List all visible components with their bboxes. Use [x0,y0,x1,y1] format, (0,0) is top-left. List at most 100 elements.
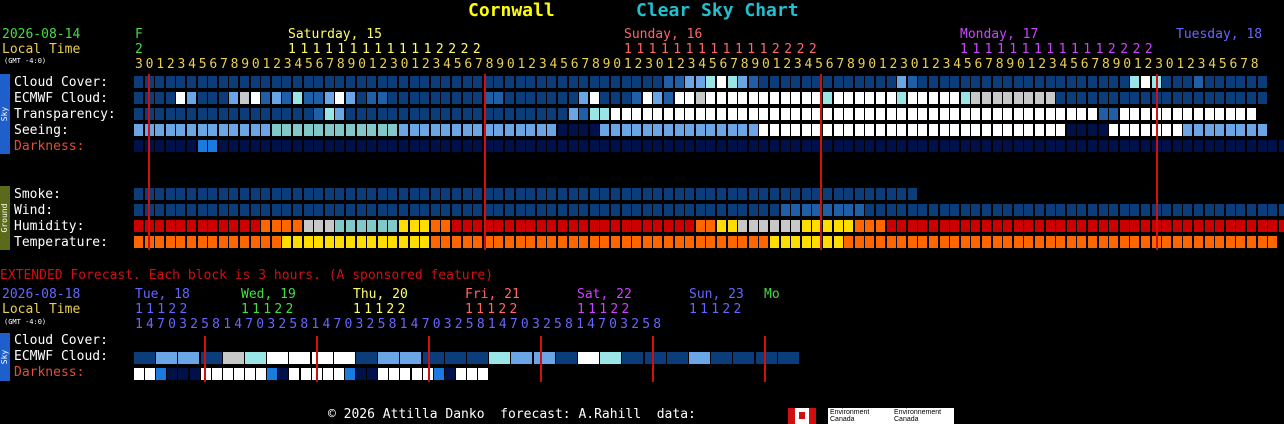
transparency-cell[interactable] [770,108,779,120]
humidity-cell[interactable] [579,220,588,232]
wind-cell[interactable] [1258,204,1267,216]
ext-ecmwf-cell[interactable] [289,352,310,364]
cloud-cell[interactable] [1183,76,1192,88]
darkness-cell[interactable] [569,140,578,152]
ecmwf-cell[interactable] [1258,92,1267,104]
cloud-cell[interactable] [950,76,959,88]
cloud-cell[interactable] [590,76,599,88]
humidity-cell[interactable] [685,220,694,232]
seeing-cell[interactable] [526,124,535,136]
humidity-cell[interactable] [749,220,758,232]
darkness-cell[interactable] [876,140,885,152]
cloud-cell[interactable] [176,76,185,88]
ecmwf-cell[interactable] [611,92,620,104]
ext-ecmwf-cell[interactable] [778,352,799,364]
wind-cell[interactable] [187,204,196,216]
humidity-cell[interactable] [452,220,461,232]
cloud-cell[interactable] [993,76,1002,88]
ext-darkness-cell[interactable] [278,368,288,380]
temperature-cell[interactable] [240,236,249,248]
humidity-cell[interactable] [876,220,885,232]
cloud-cell[interactable] [664,76,673,88]
ecmwf-cell[interactable] [855,92,864,104]
ecmwf-cell[interactable] [728,92,737,104]
darkness-cell[interactable] [537,140,546,152]
wind-cell[interactable] [1056,204,1065,216]
wind-cell[interactable] [516,204,525,216]
smoke-cell[interactable] [293,188,302,200]
ext-ecmwf-cell[interactable] [645,352,666,364]
darkness-cell[interactable] [632,140,641,152]
seeing-cell[interactable] [325,124,334,136]
cloud-cell[interactable] [791,76,800,88]
temperature-cell[interactable] [781,236,790,248]
seeing-cell[interactable] [134,124,143,136]
cloud-cell[interactable] [1162,76,1171,88]
ecmwf-cell[interactable] [452,92,461,104]
transparency-cell[interactable] [802,108,811,120]
seeing-cell[interactable] [547,124,556,136]
wind-cell[interactable] [706,204,715,216]
cloud-cell[interactable] [781,76,790,88]
transparency-cell[interactable] [505,108,514,120]
cloud-cell[interactable] [229,76,238,88]
smoke-cell[interactable] [558,188,567,200]
transparency-cell[interactable] [1056,108,1065,120]
smoke-cell[interactable] [314,188,323,200]
darkness-cell[interactable] [611,140,620,152]
darkness-cell[interactable] [950,140,959,152]
darkness-cell[interactable] [738,140,747,152]
ecmwf-cell[interactable] [929,92,938,104]
transparency-cell[interactable] [1003,108,1012,120]
ext-ecmwf-cell[interactable] [578,352,599,364]
sky-tab[interactable]: Sky [0,74,10,154]
humidity-cell[interactable] [823,220,832,232]
darkness-cell[interactable] [1014,140,1023,152]
ext-darkness-cell[interactable] [289,368,299,380]
wind-cell[interactable] [293,204,302,216]
temperature-cell[interactable] [547,236,556,248]
wind-cell[interactable] [261,204,270,216]
smoke-cell[interactable] [653,188,662,200]
cloud-cell[interactable] [187,76,196,88]
ecmwf-cell[interactable] [1088,92,1097,104]
smoke-cell[interactable] [505,188,514,200]
seeing-cell[interactable] [314,124,323,136]
wind-cell[interactable] [590,204,599,216]
smoke-cell[interactable] [728,188,737,200]
smoke-cell[interactable] [844,188,853,200]
darkness-cell[interactable] [643,140,652,152]
wind-cell[interactable] [134,204,143,216]
seeing-cell[interactable] [728,124,737,136]
temperature-cell[interactable] [1226,236,1235,248]
smoke-cell[interactable] [261,188,270,200]
darkness-cell[interactable] [1194,140,1203,152]
cloud-cell[interactable] [367,76,376,88]
cloud-cell[interactable] [1067,76,1076,88]
ext-ecmwf-cell[interactable] [245,352,266,364]
ext-darkness-cell[interactable] [478,368,488,380]
seeing-cell[interactable] [367,124,376,136]
ecmwf-cell[interactable] [600,92,609,104]
humidity-cell[interactable] [940,220,949,232]
wind-cell[interactable] [367,204,376,216]
temperature-cell[interactable] [961,236,970,248]
wind-cell[interactable] [929,204,938,216]
humidity-cell[interactable] [770,220,779,232]
humidity-cell[interactable] [918,220,927,232]
temperature-cell[interactable] [463,236,472,248]
transparency-cell[interactable] [653,108,662,120]
seeing-cell[interactable] [1215,124,1224,136]
darkness-cell[interactable] [1067,140,1076,152]
seeing-cell[interactable] [357,124,366,136]
temperature-cell[interactable] [537,236,546,248]
darkness-cell[interactable] [547,140,556,152]
temperature-cell[interactable] [1120,236,1129,248]
wind-cell[interactable] [558,204,567,216]
darkness-cell[interactable] [357,140,366,152]
ecmwf-cell[interactable] [770,92,779,104]
temperature-cell[interactable] [166,236,175,248]
seeing-cell[interactable] [1003,124,1012,136]
humidity-cell[interactable] [1141,220,1150,232]
transparency-cell[interactable] [622,108,631,120]
